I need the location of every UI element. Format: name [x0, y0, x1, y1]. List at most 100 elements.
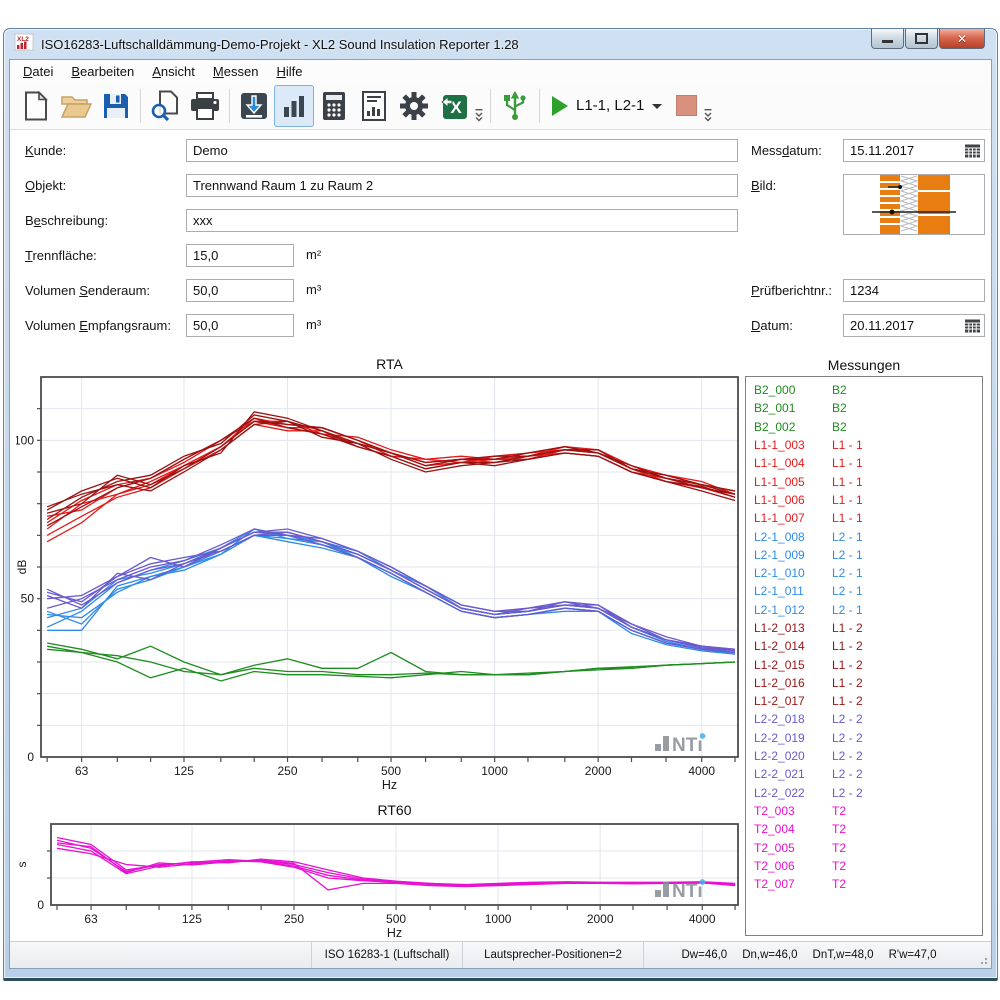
- svg-text:100: 100: [16, 433, 34, 447]
- list-item[interactable]: L2-1_009 L2 - 1: [746, 546, 982, 564]
- messdatum-label: Messdatum:: [751, 143, 822, 158]
- measurement-name: B2_001: [754, 401, 826, 415]
- show-chart-button[interactable]: [274, 85, 314, 127]
- resize-grip[interactable]: [974, 942, 991, 968]
- usb-connect-button[interactable]: [495, 85, 535, 127]
- empfangsraum-input[interactable]: [187, 318, 293, 333]
- list-item[interactable]: L2-2_022 L2 - 2: [746, 784, 982, 802]
- menu-item[interactable]: Datei: [14, 61, 62, 82]
- nti-logo: NTı: [655, 875, 731, 905]
- list-item[interactable]: L2-1_008 L2 - 1: [746, 527, 982, 545]
- svg-text:63: 63: [84, 912, 98, 926]
- trennflaeche-input[interactable]: [187, 248, 293, 263]
- report-button[interactable]: [354, 85, 394, 127]
- senderaum-unit: m³: [306, 282, 321, 297]
- list-item[interactable]: T2_006 T2: [746, 857, 982, 875]
- list-item[interactable]: L1-2_013 L1 - 2: [746, 619, 982, 637]
- list-item[interactable]: L1-1_007 L1 - 1: [746, 509, 982, 527]
- import-measurements-button[interactable]: [234, 85, 274, 127]
- app-icon: XL2: [14, 33, 34, 56]
- measurement-selection-label: L1-1, L2-1: [576, 97, 644, 114]
- list-item[interactable]: L1-1_005 L1 - 1: [746, 472, 982, 490]
- list-item[interactable]: L1-1_006 L1 - 1: [746, 491, 982, 509]
- printer-icon: [189, 92, 221, 120]
- menu-item[interactable]: Ansicht: [143, 61, 204, 82]
- list-item[interactable]: L1-1_004 L1 - 1: [746, 454, 982, 472]
- list-item[interactable]: T2_004 T2: [746, 820, 982, 838]
- datum-input[interactable]: [844, 318, 960, 333]
- bild-image-box[interactable]: [843, 174, 985, 235]
- kunde-input[interactable]: [187, 143, 737, 158]
- list-item[interactable]: B2_000 B2: [746, 381, 982, 399]
- measurement-name: L2-1_011: [754, 584, 826, 598]
- measurement-name: T2_006: [754, 859, 826, 873]
- list-item[interactable]: T2_005 T2: [746, 838, 982, 856]
- list-item[interactable]: L2-2_018 L2 - 2: [746, 710, 982, 728]
- calendar-icon: [964, 318, 981, 334]
- list-item[interactable]: L2-2_020 L2 - 2: [746, 747, 982, 765]
- measurement-selection-dropdown[interactable]: [652, 104, 662, 109]
- print-preview-button[interactable]: [145, 85, 185, 127]
- status-metric: Dn,w=46,0: [742, 949, 797, 961]
- list-item[interactable]: L2-1_012 L2 - 1: [746, 601, 982, 619]
- calculator-button[interactable]: [314, 85, 354, 127]
- close-button[interactable]: ✕: [939, 29, 985, 49]
- measurement-type: T2: [832, 804, 846, 818]
- messungen-title: Messungen: [745, 357, 983, 373]
- objekt-input[interactable]: [187, 178, 737, 193]
- settings-button[interactable]: [394, 85, 434, 127]
- list-item[interactable]: L2-2_021 L2 - 2: [746, 765, 982, 783]
- measurement-type: L2 - 2: [832, 731, 863, 745]
- list-item[interactable]: T2_003 T2: [746, 802, 982, 820]
- datum-calendar-button[interactable]: [960, 315, 984, 336]
- stop-measurement-button[interactable]: [676, 95, 697, 116]
- list-item[interactable]: L1-2_014 L1 - 2: [746, 637, 982, 655]
- toolbar-separator: [539, 89, 540, 123]
- measurement-type: L2 - 2: [832, 786, 863, 800]
- menu-item[interactable]: Messen: [204, 61, 268, 82]
- beschreibung-input[interactable]: [187, 213, 737, 228]
- measurement-type: T2: [832, 877, 846, 891]
- list-item[interactable]: L1-2_016 L1 - 2: [746, 674, 982, 692]
- measurement-name: L1-2_013: [754, 621, 826, 635]
- excel-export-button[interactable]: X: [434, 85, 474, 127]
- save-button[interactable]: [96, 85, 136, 127]
- svg-text:s: s: [16, 862, 29, 868]
- new-project-button[interactable]: [16, 85, 56, 127]
- list-item[interactable]: L2-1_011 L2 - 1: [746, 582, 982, 600]
- list-item[interactable]: B2_001 B2: [746, 399, 982, 417]
- menu-item[interactable]: Hilfe: [267, 61, 311, 82]
- status-iso-standard: ISO 16283-1 (Luftschall): [311, 942, 462, 968]
- import-download-icon: [240, 92, 268, 120]
- excel-icon: X: [440, 92, 468, 120]
- measurement-name: L2-2_018: [754, 712, 826, 726]
- list-item[interactable]: L2-2_019 L2 - 2: [746, 729, 982, 747]
- pruefbericht-input[interactable]: [844, 283, 984, 298]
- toolbar-overflow-button[interactable]: [703, 86, 715, 125]
- maximize-button[interactable]: [905, 29, 938, 49]
- print-button[interactable]: [185, 85, 225, 127]
- messungen-listbox[interactable]: B2_000 B2 B2_001 B2 B2_002 B2 L1-1_003 L…: [745, 376, 983, 936]
- messdatum-input[interactable]: [844, 143, 960, 158]
- toolbar-overflow-button[interactable]: [474, 86, 486, 125]
- start-measurement-button[interactable]: [552, 96, 568, 116]
- list-item[interactable]: L1-2_015 L1 - 2: [746, 655, 982, 673]
- measurement-type: L1 - 1: [832, 511, 863, 525]
- gear-icon: [399, 91, 429, 121]
- list-item[interactable]: L1-2_017 L1 - 2: [746, 692, 982, 710]
- list-item[interactable]: T2_007 T2: [746, 875, 982, 893]
- measurement-name: L1-1_006: [754, 493, 826, 507]
- list-item[interactable]: B2_002 B2: [746, 418, 982, 436]
- list-item[interactable]: L2-1_010 L2 - 1: [746, 564, 982, 582]
- senderaum-input[interactable]: [187, 283, 293, 298]
- measurement-type: L1 - 1: [832, 475, 863, 489]
- minimize-button[interactable]: [871, 29, 904, 49]
- list-item[interactable]: L1-1_003 L1 - 1: [746, 436, 982, 454]
- measurement-type: L2 - 2: [832, 712, 863, 726]
- bar-chart-icon: [280, 92, 308, 120]
- messdatum-calendar-button[interactable]: [960, 140, 984, 161]
- menu-item[interactable]: Bearbeiten: [62, 61, 143, 82]
- measurement-type: L2 - 1: [832, 530, 863, 544]
- open-project-button[interactable]: [56, 85, 96, 127]
- empfangsraum-unit: m³: [306, 317, 321, 332]
